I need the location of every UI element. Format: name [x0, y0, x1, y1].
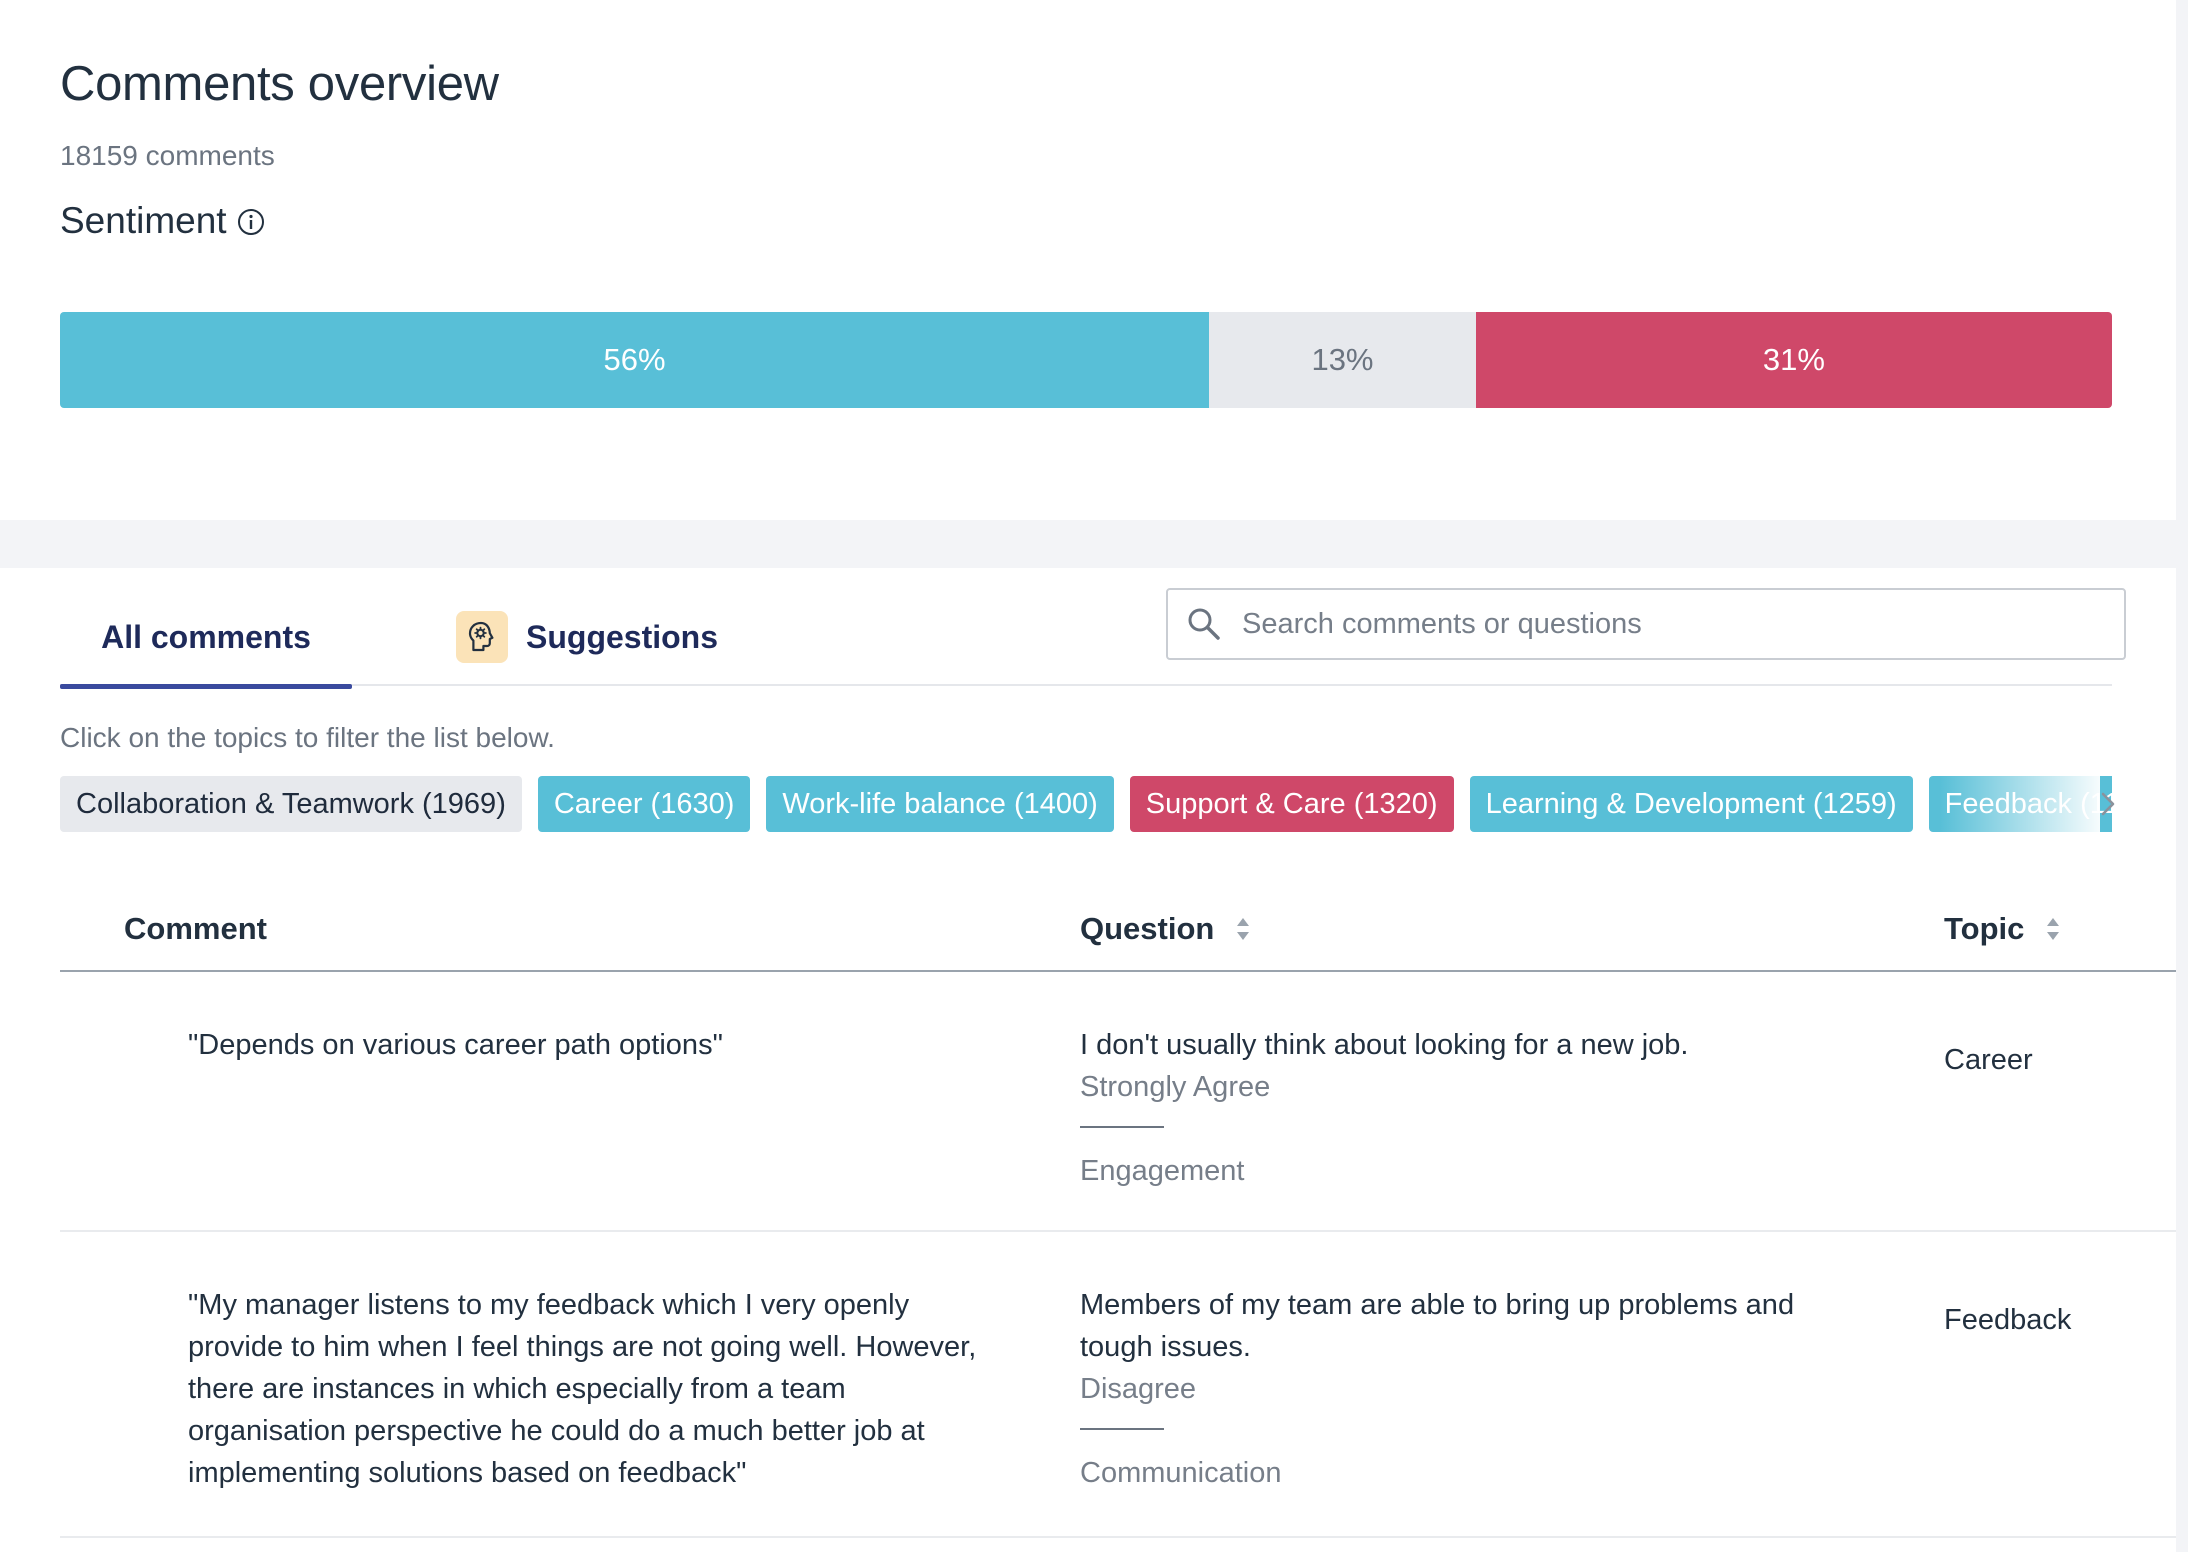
comment-count: 18159 comments	[60, 140, 275, 171]
topic-chip-support-care[interactable]: Support & Care (1320)	[1129, 776, 1454, 832]
section-divider	[0, 520, 2176, 568]
question-category: Communication	[1080, 1457, 1282, 1489]
column-header-comment-label: Comment	[124, 911, 267, 946]
lightbulb-head-icon	[456, 611, 508, 663]
sort-icon[interactable]	[1234, 915, 1252, 943]
question-cell: Members of my team are able to bring up …	[1080, 1284, 1860, 1494]
table-row: "My manager listens to my feedback which…	[60, 1232, 2176, 1538]
topic-chip-work-life-balance[interactable]: Work-life balance (1400)	[766, 776, 1114, 832]
question-answer: Disagree	[1080, 1373, 1197, 1405]
column-header-comment: Comment	[124, 888, 267, 970]
question-text: Members of my team are able to bring up …	[1080, 1289, 1795, 1363]
column-header-question-label: Question	[1080, 911, 1215, 946]
sort-icon[interactable]	[2044, 915, 2062, 943]
search-icon	[1188, 608, 1220, 640]
topic-chip-feedback[interactable]: Feedback (1174)	[1928, 776, 2112, 832]
question-category: Engagement	[1080, 1155, 1245, 1187]
sentiment-neutral-segment[interactable]: 13%	[1209, 312, 1476, 408]
topic-cell: Career	[1944, 1044, 2033, 1076]
topic-chip-career[interactable]: Career (1630)	[537, 776, 751, 832]
column-header-topic[interactable]: Topic	[1944, 888, 2062, 970]
chevron-right-icon[interactable]	[2096, 788, 2120, 820]
sentiment-positive-label: 56%	[603, 342, 666, 377]
comments-table-header: Comment Question Topic	[60, 888, 2176, 972]
comment-text: "My manager listens to my feedback which…	[188, 1289, 977, 1489]
sentiment-positive-segment[interactable]: 56%	[60, 312, 1210, 408]
tab-suggestions[interactable]: Suggestions	[456, 588, 718, 686]
answer-divider	[1080, 1126, 1164, 1128]
comments-overview-page: Comments overview 18159 comments Sentime…	[0, 0, 2188, 1552]
sentiment-negative-segment[interactable]: 31%	[1475, 312, 2112, 408]
topic-chip-collaboration-teamwork[interactable]: Collaboration & Teamwork (1969)	[60, 776, 522, 832]
question-cell: I don't usually think about looking for …	[1080, 1024, 1860, 1192]
tab-suggestions-label: Suggestions	[526, 618, 719, 655]
sentiment-negative-label: 31%	[1762, 342, 1825, 377]
tab-all-comments-label: All comments	[101, 618, 311, 655]
answer-divider	[1080, 1428, 1164, 1430]
search-input[interactable]	[1242, 607, 2102, 641]
column-header-topic-label: Topic	[1944, 911, 2025, 946]
topic-cell: Feedback	[1944, 1304, 2072, 1336]
table-row: "Depends on various career path options"…	[60, 972, 2176, 1232]
search-box	[1166, 588, 2126, 660]
column-header-question[interactable]: Question	[1080, 888, 1252, 970]
overview-section: Comments overview 18159 comments Sentime…	[0, 0, 2188, 520]
question-text: I don't usually think about looking for …	[1080, 1029, 1689, 1061]
comment-text: "Depends on various career path options"	[188, 1029, 723, 1061]
sentiment-bar: 56% 13% 31%	[60, 312, 2112, 408]
info-icon[interactable]	[237, 208, 265, 236]
topic-chip-learning-development[interactable]: Learning & Development (1259)	[1469, 776, 1913, 832]
sentiment-heading: Sentiment	[60, 200, 265, 242]
question-answer: Strongly Agree	[1080, 1071, 1271, 1103]
scrollbar-track[interactable]	[2176, 0, 2188, 1552]
topic-chips: Collaboration & Teamwork (1969) Career (…	[60, 776, 2112, 832]
sentiment-label: Sentiment	[60, 200, 227, 241]
tab-all-comments[interactable]: All comments	[60, 588, 352, 689]
sentiment-neutral-label: 13%	[1311, 342, 1374, 377]
page-title: Comments overview	[60, 57, 499, 111]
topics-hint: Click on the topics to filter the list b…	[60, 722, 555, 753]
